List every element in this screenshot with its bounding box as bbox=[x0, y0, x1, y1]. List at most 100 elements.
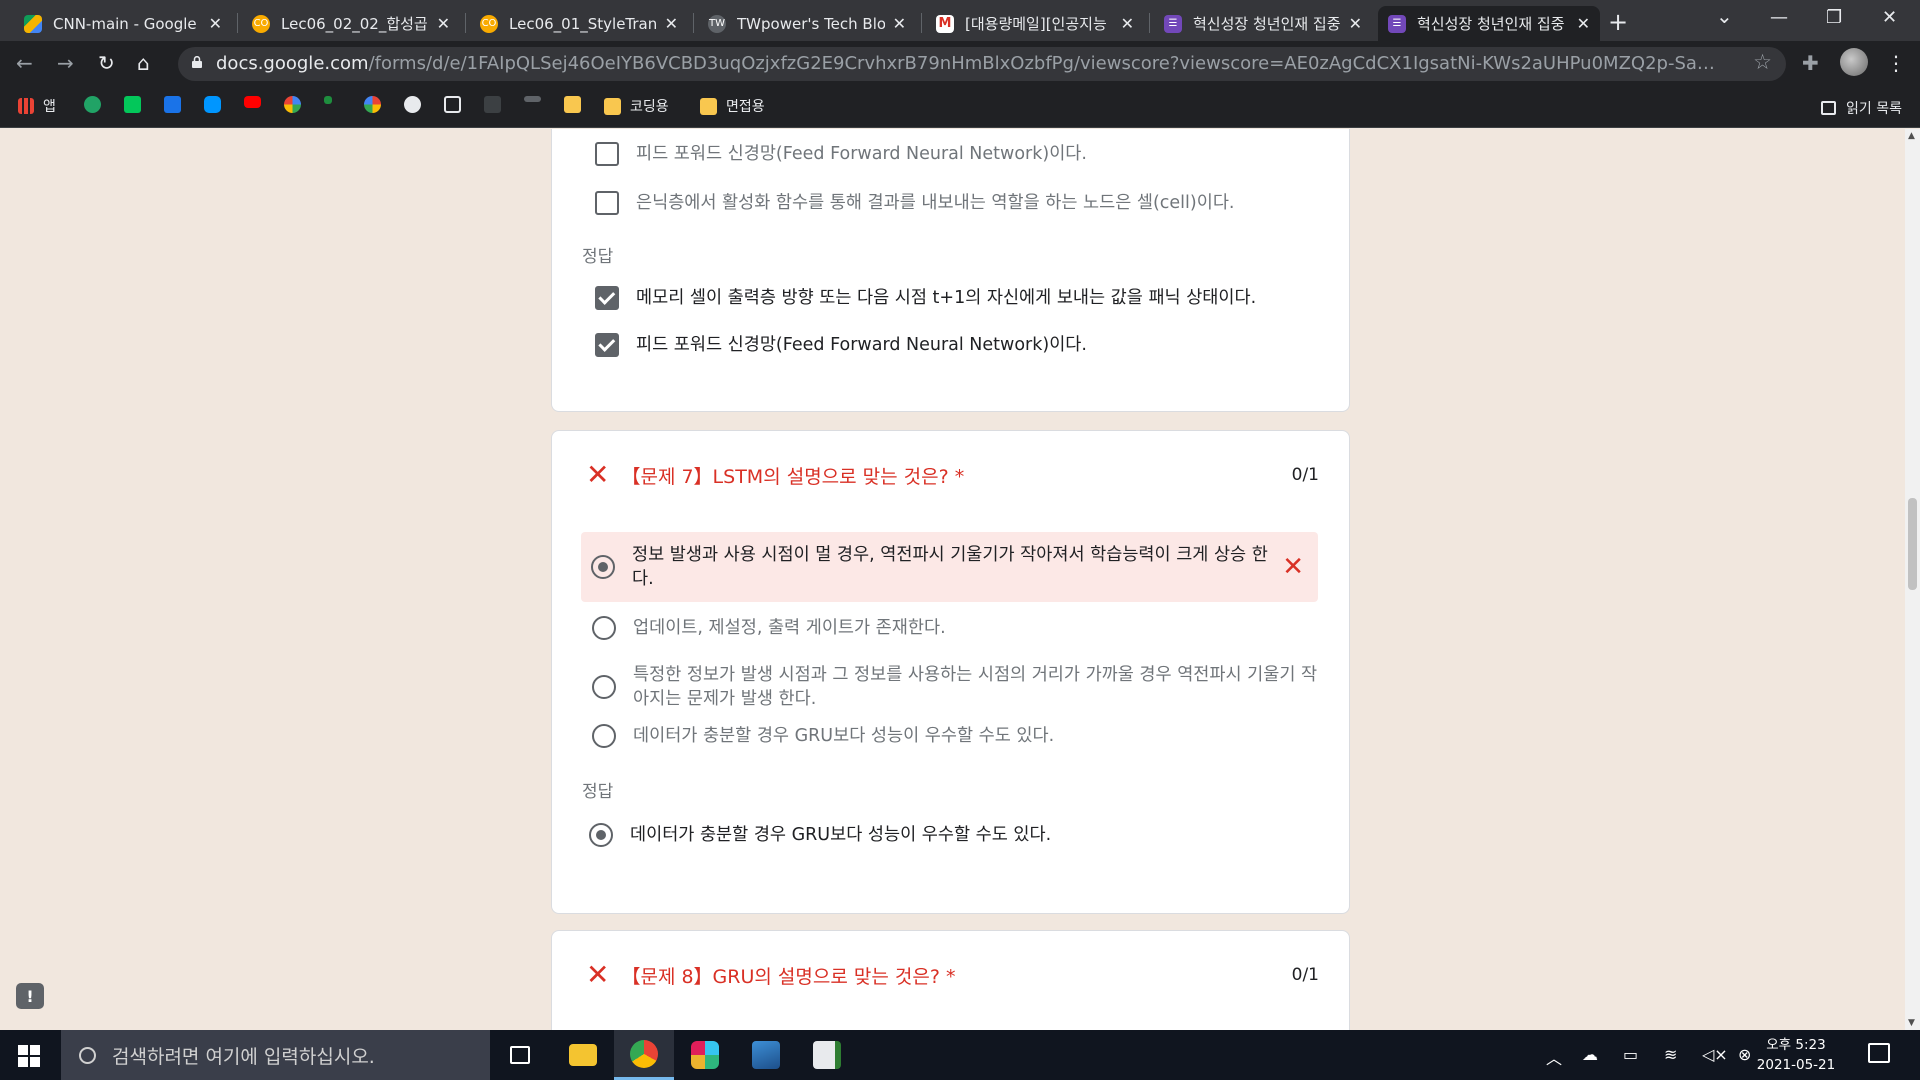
tab-6-active[interactable]: ☰ 혁신성장 청년인재 집중 ✕ bbox=[1378, 6, 1600, 41]
taskbar-chrome[interactable] bbox=[614, 1030, 674, 1080]
bookmark-icon-8[interactable] bbox=[364, 96, 390, 113]
home-icon[interactable]: ⌂ bbox=[137, 51, 150, 75]
option-radio: 특정한 정보가 발생 시점과 그 정보를 사용하는 시점의 거리가 가까울 경우… bbox=[582, 663, 1319, 711]
bookmark-icon-10[interactable] bbox=[444, 96, 470, 113]
close-tab-icon[interactable]: ✕ bbox=[893, 14, 906, 33]
windows-taskbar: 검색하려면 여기에 입력하십시오. ︿ ☁ ▭ ≋ ◁× ⊗ 오후 5:23 2… bbox=[0, 1030, 1920, 1080]
folder-icon bbox=[569, 1044, 597, 1066]
close-tab-icon[interactable]: ✕ bbox=[665, 14, 678, 33]
restore-icon[interactable]: ❐ bbox=[1826, 7, 1842, 28]
back-icon[interactable]: ← bbox=[16, 51, 33, 75]
windows-start-icon[interactable] bbox=[18, 1045, 40, 1067]
bookmark-icon-4[interactable] bbox=[204, 96, 230, 113]
close-tab-icon[interactable]: ✕ bbox=[1121, 14, 1134, 33]
tab-3[interactable]: TW TWpower's Tech Blog ✕ bbox=[698, 6, 916, 41]
reload-icon[interactable]: ↻ bbox=[98, 51, 115, 75]
close-tab-icon[interactable]: ✕ bbox=[437, 14, 450, 33]
blog-icon: TW bbox=[708, 14, 726, 33]
taskbar-clock[interactable]: 오후 5:23 2021-05-21 bbox=[1756, 1035, 1836, 1075]
bookmark-icon-1[interactable] bbox=[84, 96, 110, 113]
bookmark-icon-5[interactable] bbox=[244, 96, 270, 108]
forward-icon[interactable]: → bbox=[57, 51, 74, 75]
app-icon bbox=[813, 1041, 841, 1069]
site-icon bbox=[524, 96, 541, 102]
bookmark-folder-coding[interactable]: 코딩용 bbox=[604, 96, 669, 116]
reading-list-button[interactable]: 읽기 목록 bbox=[1821, 98, 1902, 118]
correct-answer-option: 데이터가 충분할 경우 GRU보다 성능이 우수할 수도 있다. bbox=[579, 823, 1319, 847]
bookmark-icon-3[interactable] bbox=[164, 96, 190, 113]
radio-unselected-icon bbox=[592, 616, 616, 640]
gmail-icon: M bbox=[936, 14, 954, 33]
bookmark-icon-11[interactable] bbox=[484, 96, 510, 113]
extensions-icon[interactable]: ✚ bbox=[1802, 51, 1819, 75]
bookmark-apps[interactable]: 앱 bbox=[18, 96, 56, 116]
wifi-icon[interactable]: ≋ bbox=[1664, 1045, 1677, 1064]
bookmark-icon-7[interactable] bbox=[324, 96, 341, 104]
bookmarks-bar: 앱 코딩용 면접용 읽기 목록 bbox=[0, 88, 1920, 128]
correct-answer-label: 정답 bbox=[582, 782, 614, 802]
page-scrollbar[interactable]: ▲ ▼ bbox=[1905, 129, 1920, 1030]
folder-icon bbox=[564, 96, 581, 113]
question-header: ✕ 【문제 7】LSTM의 설명으로 맞는 것은? * 0/1 bbox=[586, 461, 1319, 489]
google-forms-icon: ☰ bbox=[1164, 14, 1182, 33]
bookmark-folder-1[interactable] bbox=[564, 96, 590, 113]
checkbox-checked-icon bbox=[595, 286, 619, 310]
feedback-button[interactable]: ! bbox=[16, 983, 44, 1009]
tab-2[interactable]: CO Lec06_01_StyleTransfer ✕ bbox=[470, 6, 688, 41]
close-tab-icon[interactable]: ✕ bbox=[1349, 14, 1362, 33]
new-tab-icon[interactable]: + bbox=[1608, 8, 1628, 36]
tab-4[interactable]: M [대용량메일][인공지능 ✕ bbox=[926, 6, 1144, 41]
bookmark-icon-6[interactable] bbox=[284, 96, 310, 113]
lock-icon bbox=[192, 56, 202, 68]
question-card-7: ✕ 【문제 7】LSTM의 설명으로 맞는 것은? * 0/1 정보 발생과 사… bbox=[551, 430, 1350, 914]
onedrive-icon[interactable]: ☁ bbox=[1582, 1045, 1598, 1064]
volume-muted-icon[interactable]: ◁× bbox=[1702, 1045, 1728, 1064]
bookmark-star-icon[interactable]: ☆ bbox=[1753, 50, 1772, 74]
scroll-up-icon[interactable]: ▲ bbox=[1908, 131, 1915, 141]
close-window-icon[interactable]: ✕ bbox=[1882, 7, 1897, 28]
question-header: ✕ 【문제 8】GRU의 설명으로 맞는 것은? * 0/1 bbox=[586, 961, 1319, 989]
bookmark-icon-12[interactable] bbox=[524, 96, 550, 102]
google-icon bbox=[284, 96, 301, 113]
question-card-6: 피드 포워드 신경망(Feed Forward Neural Network)이… bbox=[551, 129, 1350, 412]
apps-grid-icon bbox=[18, 98, 34, 114]
colab-icon: CO bbox=[480, 14, 498, 33]
google-forms-icon: ☰ bbox=[1388, 14, 1406, 33]
taskbar-photos[interactable] bbox=[736, 1030, 796, 1080]
close-tab-icon[interactable]: ✕ bbox=[209, 14, 222, 33]
site-icon bbox=[84, 96, 101, 113]
option-checkbox: 은닉층에서 활성화 함수를 통해 결과를 내보내는 역할을 하는 노드은 셀(c… bbox=[582, 191, 1319, 215]
battery-icon[interactable]: ▭ bbox=[1623, 1045, 1638, 1064]
reading-list-icon bbox=[1821, 101, 1837, 115]
task-view-button[interactable] bbox=[490, 1030, 550, 1080]
tab-5[interactable]: ☰ 혁신성장 청년인재 집중 ✕ bbox=[1154, 6, 1372, 41]
youtube-icon bbox=[244, 96, 261, 108]
taskbar-file-explorer[interactable] bbox=[553, 1030, 613, 1080]
browser-toolbar: ← → ↻ ⌂ docs.google.com/forms/d/e/1FAIpQ… bbox=[0, 41, 1920, 88]
tab-strip: CNN-main - Google Drive ✕ CO Lec06_02_02… bbox=[0, 0, 1920, 41]
menu-icon[interactable]: ⋮ bbox=[1886, 51, 1906, 75]
notification-center-icon[interactable] bbox=[1868, 1043, 1890, 1063]
scroll-down-icon[interactable]: ▼ bbox=[1908, 1018, 1915, 1028]
close-tab-icon[interactable]: ✕ bbox=[1577, 14, 1590, 33]
search-icon bbox=[79, 1046, 96, 1064]
taskbar-app[interactable] bbox=[797, 1030, 857, 1080]
status-icon[interactable]: ⊗ bbox=[1738, 1045, 1751, 1064]
option-checkbox: 피드 포워드 신경망(Feed Forward Neural Network)이… bbox=[582, 142, 1319, 166]
incorrect-x-icon: ✕ bbox=[586, 458, 610, 491]
tab-1[interactable]: CO Lec06_02_02_합성곱 ✕ bbox=[242, 6, 460, 41]
minimize-icon[interactable]: — bbox=[1770, 7, 1788, 28]
bookmark-folder-interview[interactable]: 면접용 bbox=[700, 96, 765, 116]
taskbar-search-box[interactable]: 검색하려면 여기에 입력하십시오. bbox=[61, 1030, 490, 1080]
tab-search-icon[interactable]: ⌄ bbox=[1716, 4, 1733, 28]
bookmark-icon-9[interactable] bbox=[404, 96, 430, 113]
taskbar-slack[interactable] bbox=[675, 1030, 735, 1080]
scrollbar-thumb[interactable] bbox=[1908, 498, 1917, 590]
address-bar[interactable]: docs.google.com/forms/d/e/1FAIpQLSej46Oe… bbox=[178, 47, 1786, 81]
tab-0[interactable]: CNN-main - Google Drive ✕ bbox=[14, 6, 232, 41]
tab-separator bbox=[237, 13, 238, 33]
profile-avatar[interactable] bbox=[1840, 48, 1868, 76]
show-hidden-icons[interactable]: ︿ bbox=[1546, 1045, 1562, 1069]
bookmark-icon-2[interactable] bbox=[124, 96, 150, 113]
correct-answer-option: 메모리 셀이 출력층 방향 또는 다음 시점 t+1의 자신에게 보내는 값을 … bbox=[582, 286, 1319, 310]
